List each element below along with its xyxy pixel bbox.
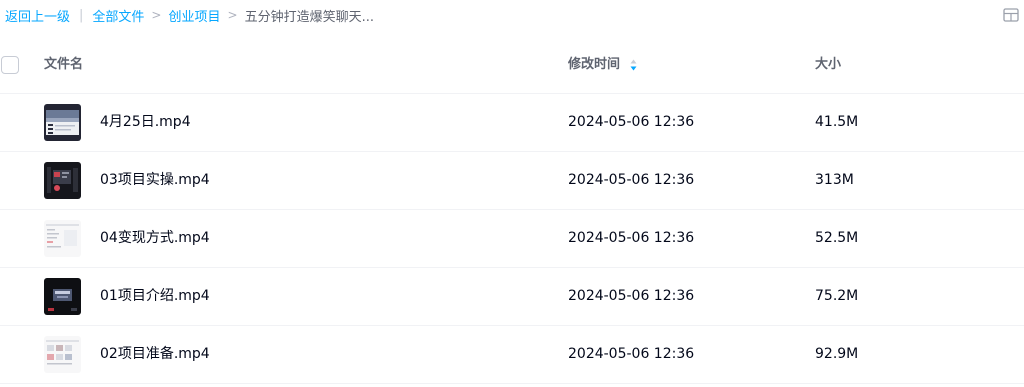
breadcrumb-separator-icon: > [227, 8, 238, 22]
table-row[interactable]: 02项目准备.mp4 2024-05-06 12:36 92.9M [0, 326, 1024, 384]
breadcrumb-current: 五分钟打造爆笑聊天... [244, 9, 374, 25]
column-header-size[interactable]: 大小 [815, 56, 841, 74]
file-size: 313M [815, 172, 854, 188]
table-row[interactable]: 03项目实操.mp4 2024-05-06 12:36 313M [0, 152, 1024, 210]
file-name[interactable]: 01项目介绍.mp4 [100, 287, 210, 305]
file-size: 92.9M [815, 346, 859, 362]
file-size: 52.5M [815, 230, 859, 246]
select-all-checkbox[interactable] [1, 56, 19, 74]
file-size: 41.5M [815, 114, 859, 130]
file-size: 75.2M [815, 288, 859, 304]
column-header-name[interactable]: 文件名 [44, 56, 83, 74]
video-thumbnail [44, 162, 81, 199]
column-header-time[interactable]: 修改时间 [568, 56, 637, 74]
file-modified-time: 2024-05-06 12:36 [568, 172, 695, 188]
video-thumbnail [44, 278, 81, 315]
file-name[interactable]: 03项目实操.mp4 [100, 171, 210, 189]
file-modified-time: 2024-05-06 12:36 [568, 288, 695, 304]
breadcrumb-folder[interactable]: 创业项目 [168, 6, 220, 25]
table-row[interactable]: 04变现方式.mp4 2024-05-06 12:36 52.5M [0, 210, 1024, 268]
file-name[interactable]: 02项目准备.mp4 [100, 345, 210, 363]
back-link[interactable]: 返回上一级 [5, 6, 70, 25]
file-modified-time: 2024-05-06 12:36 [568, 114, 695, 130]
video-thumbnail [44, 336, 81, 373]
video-thumbnail [44, 220, 81, 257]
table-row[interactable]: 01项目介绍.mp4 2024-05-06 12:36 75.2M [0, 268, 1024, 326]
breadcrumb: 返回上一级 | 全部文件 > 创业项目 > 五分钟打造爆笑聊天... [5, 5, 374, 25]
file-name[interactable]: 4月25日.mp4 [100, 113, 191, 131]
column-header-time-label: 修改时间 [568, 57, 621, 72]
video-thumbnail [44, 104, 81, 141]
file-name[interactable]: 04变现方式.mp4 [100, 229, 210, 247]
breadcrumb-divider: | [79, 7, 84, 23]
table-header: 文件名 修改时间 大小 [0, 46, 1024, 94]
file-modified-time: 2024-05-06 12:36 [568, 346, 695, 362]
sort-icon[interactable] [630, 59, 637, 71]
table-row[interactable]: 4月25日.mp4 2024-05-06 12:36 41.5M [0, 94, 1024, 152]
breadcrumb-separator-icon: > [151, 8, 162, 22]
breadcrumb-all-files[interactable]: 全部文件 [92, 6, 144, 25]
grid-view-icon[interactable] [1003, 7, 1019, 22]
file-modified-time: 2024-05-06 12:36 [568, 230, 695, 246]
